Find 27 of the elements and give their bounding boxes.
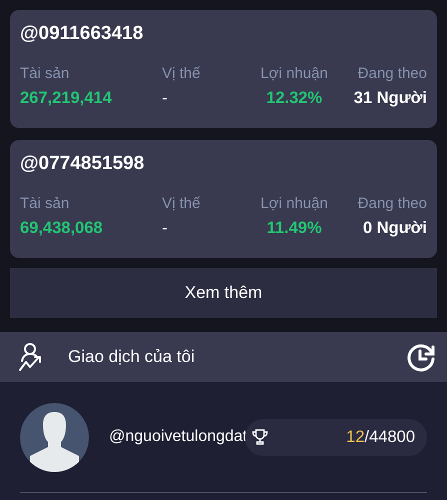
- stat-label: Vị thế: [162, 195, 200, 212]
- stat-label: Lợi nhuận: [260, 195, 328, 212]
- stat-value: -: [162, 219, 168, 238]
- section-header[interactable]: Giao dịch của tôi: [0, 332, 447, 382]
- trader-card[interactable]: @0774851598 Tài sản 69,438,068 Vị thế - Lợi nhuận 11.49% Đang theo 0 Người: [10, 140, 437, 258]
- stat-value: 267,219,414: [20, 89, 113, 108]
- section-title: Giao dịch của tôi: [68, 347, 196, 367]
- avatar: [20, 402, 89, 472]
- trader-card[interactable]: @0911663418 Tài sản 267,219,414 Vị thế - Lợi nhuận 12.32% Đang theo 31 Người: [10, 10, 437, 128]
- trader-handle: @0774851598: [20, 153, 144, 175]
- profile-handle: @nguoivetulongdat: [109, 428, 248, 446]
- stat-value: 12.32%: [266, 89, 322, 108]
- stat-value: 31 Người: [354, 89, 427, 108]
- stat-value: 69,438,068: [20, 219, 104, 238]
- stat-label: Tài sản: [20, 65, 70, 82]
- stat-value: 0 Người: [362, 219, 427, 238]
- trader-handle: @0911663418: [20, 23, 144, 45]
- trophy-icon: [251, 428, 270, 446]
- stat-value: -: [162, 89, 168, 108]
- stat-label: Đang theo: [358, 195, 427, 212]
- rank-text: 12/44800: [346, 428, 415, 446]
- stat-label: Tài sản: [20, 195, 70, 212]
- stat-value: 11.49%: [266, 219, 322, 238]
- see-more-button[interactable]: Xem thêm: [10, 268, 437, 318]
- stat-label: Vị thế: [162, 65, 200, 82]
- stat-label: Đang theo: [358, 65, 427, 82]
- stat-label: Lợi nhuận: [260, 65, 328, 82]
